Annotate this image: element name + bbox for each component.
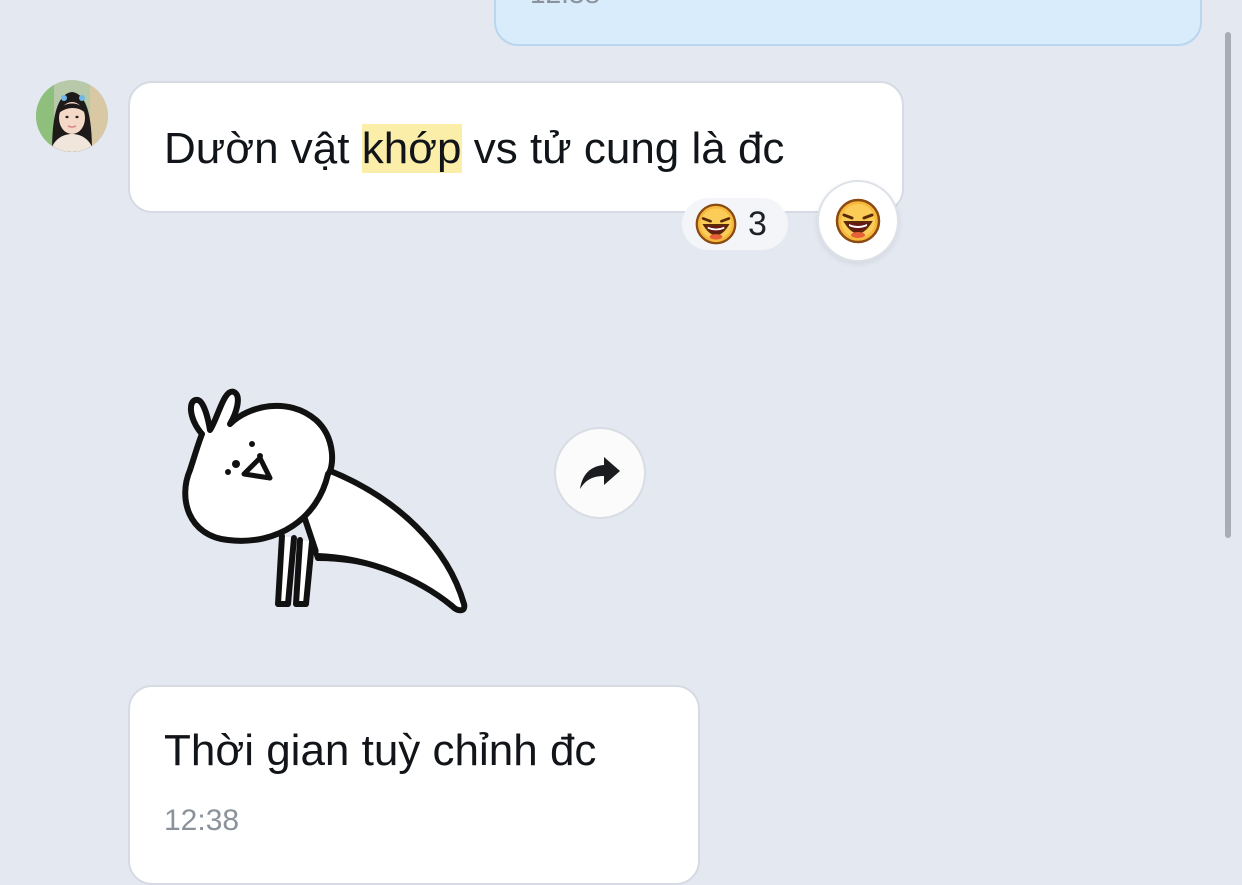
message-text: Dườn vật khớp vs tử cung là đc xyxy=(164,121,784,177)
avatar-photo xyxy=(36,80,108,152)
laughing-face-icon xyxy=(835,198,881,244)
share-arrow-icon xyxy=(580,457,620,489)
add-reaction-button[interactable] xyxy=(817,180,899,262)
incoming-message-bubble[interactable]: Dườn vật khớp vs tử cung là đc xyxy=(128,81,904,213)
message-text-part: vs tử cung là đc xyxy=(461,124,785,173)
reaction-count: 3 xyxy=(748,205,767,243)
sticker-image xyxy=(182,388,468,614)
forward-button[interactable] xyxy=(554,427,646,519)
bunny-stretching-sticker[interactable] xyxy=(168,378,488,628)
message-timestamp: 12:38 xyxy=(530,0,600,8)
scrollbar[interactable] xyxy=(1225,32,1231,538)
sender-avatar[interactable] xyxy=(36,80,108,152)
outgoing-message-bubble[interactable]: 12:38 xyxy=(494,0,1202,46)
reaction-summary[interactable]: 3 xyxy=(682,198,788,250)
laughing-face-icon xyxy=(695,203,737,245)
message-timestamp: 12:38 xyxy=(164,804,240,837)
message-text: Thời gian tuỳ chỉnh đc xyxy=(164,726,597,775)
incoming-message-bubble[interactable]: Thời gian tuỳ chỉnh đc 12:38 xyxy=(128,685,700,885)
search-highlight: khớp xyxy=(361,124,462,173)
message-text-part: Dườn vật xyxy=(164,124,362,173)
